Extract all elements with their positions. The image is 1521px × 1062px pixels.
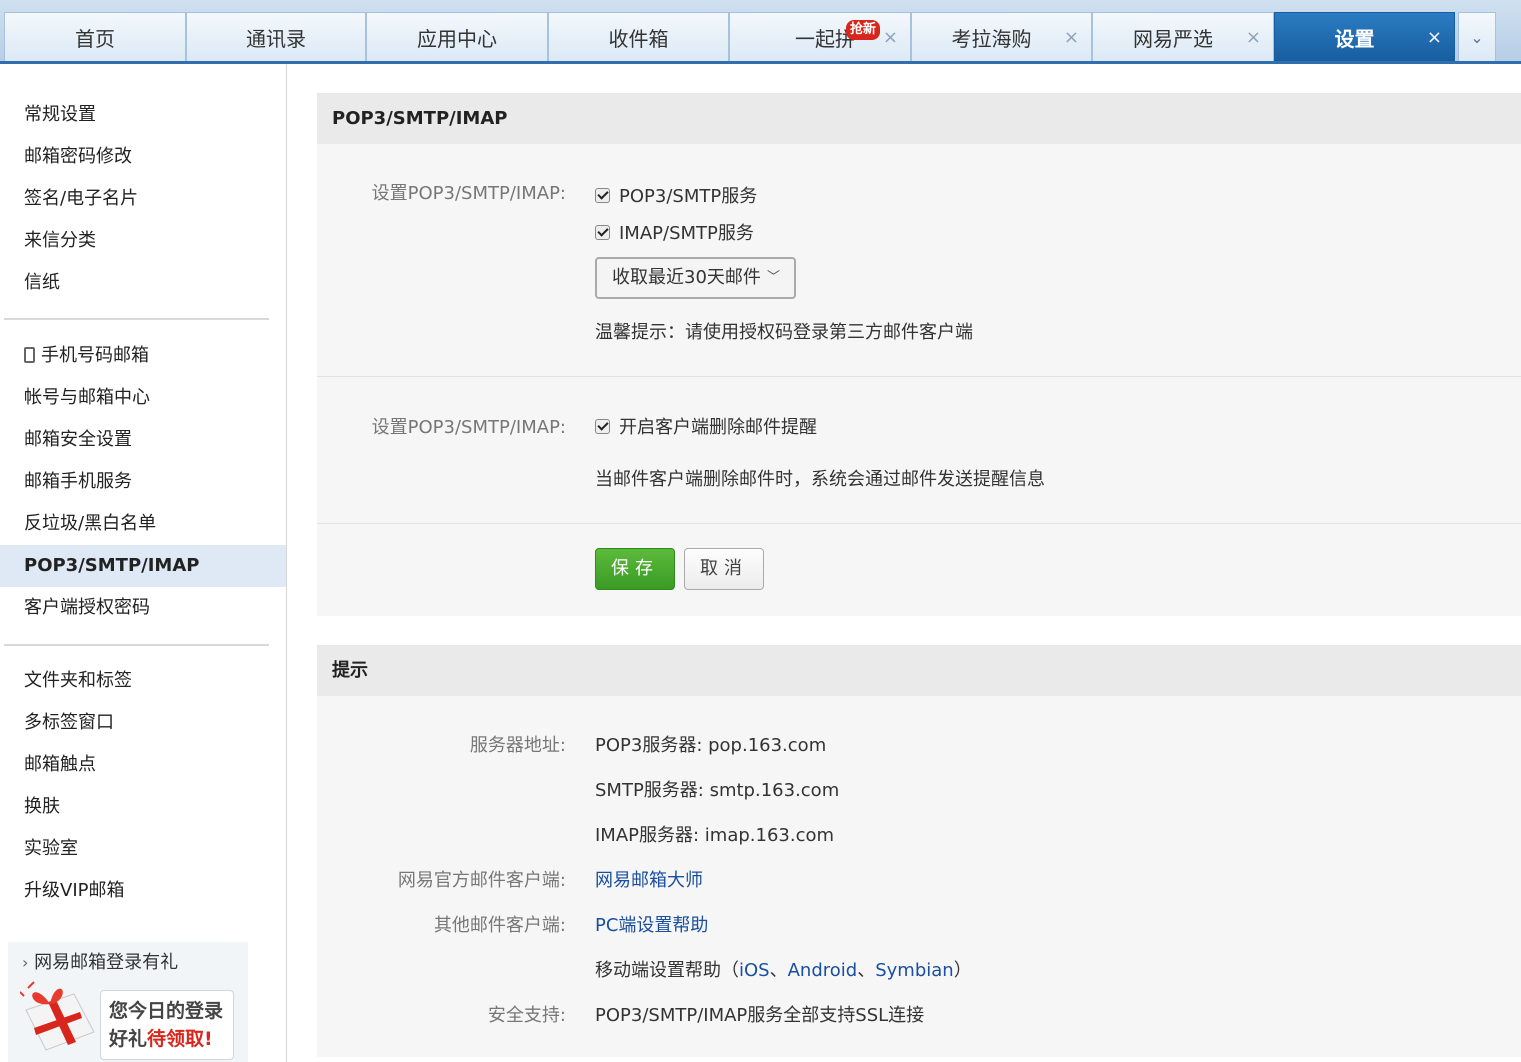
ios-help-link[interactable]: iOS	[739, 960, 770, 981]
tab-contacts[interactable]: 通讯录	[186, 12, 366, 61]
sidebar-item-folders[interactable]: 文件夹和标签	[0, 660, 286, 702]
promo-card: 您今日的登录 好礼待领取!	[100, 990, 234, 1060]
sidebar-item-client-auth[interactable]: 客户端授权密码	[0, 587, 286, 629]
setting-label: 设置POP3/SMTP/IMAP:	[371, 417, 566, 438]
section-divider	[317, 376, 1521, 377]
sidebar-item-general[interactable]: 常规设置	[0, 94, 286, 136]
tab-more-button[interactable]: ⌄	[1458, 12, 1496, 61]
tab-label: 考拉海购	[951, 26, 1032, 51]
option-label: IMAP/SMTP服务	[619, 223, 754, 244]
settings-sidebar: 常规设置 邮箱密码修改 签名/电子名片 来信分类 信纸 手机号码邮箱 帐号与邮箱…	[0, 64, 287, 1062]
chevron-down-icon: ⌄	[1470, 27, 1484, 47]
sidebar-item-vip[interactable]: 升级VIP邮箱	[0, 870, 286, 912]
tab-label: 首页	[75, 26, 115, 51]
new-badge: 抢新	[846, 20, 881, 40]
option-label: POP3/SMTP服务	[619, 186, 758, 207]
tab-settings[interactable]: 设置 ×	[1274, 12, 1455, 61]
save-button[interactable]: 保存	[595, 548, 675, 590]
tab-label: 通讯录	[246, 26, 306, 51]
promo-line-1: 您今日的登录	[109, 1000, 224, 1022]
tab-kaola[interactable]: 考拉海购 ×	[911, 12, 1092, 61]
sidebar-divider	[4, 318, 269, 320]
close-icon[interactable]: ×	[1246, 27, 1261, 48]
close-icon[interactable]: ×	[883, 27, 898, 48]
close-icon[interactable]: ×	[1064, 27, 1079, 48]
pop3-server: POP3服务器: pop.163.com	[595, 735, 827, 756]
checkbox-checked-icon[interactable]	[595, 419, 610, 434]
sidebar-item-mobile-service[interactable]: 邮箱手机服务	[0, 461, 286, 503]
pop3-service-checkbox[interactable]: POP3/SMTP服务	[595, 182, 757, 208]
sidebar-item-skin[interactable]: 换肤	[0, 786, 286, 828]
promo-line-2: 好礼待领取!	[109, 1025, 233, 1053]
sidebar-item-signature[interactable]: 签名/电子名片	[0, 178, 286, 220]
separator: 、	[769, 960, 788, 981]
symbian-help-link[interactable]: Symbian	[875, 960, 953, 981]
sidebar-item-multitab[interactable]: 多标签窗口	[0, 702, 286, 744]
sidebar-item-antispam[interactable]: 反垃圾/黑白名单	[0, 503, 286, 545]
gift-box-icon	[20, 981, 95, 1051]
other-client-label: 其他邮件客户端:	[433, 915, 566, 936]
sidebar-item-password[interactable]: 邮箱密码修改	[0, 136, 286, 178]
pop3-settings-panel: POP3/SMTP/IMAP 设置POP3/SMTP/IMAP: POP3/SM…	[317, 93, 1521, 616]
delete-reminder-checkbox[interactable]: 开启客户端删除邮件提醒	[595, 413, 817, 439]
sidebar-item-lab[interactable]: 实验室	[0, 828, 286, 870]
imap-service-checkbox[interactable]: IMAP/SMTP服务	[595, 219, 754, 245]
tab-bar: 首页 通讯录 应用中心 收件箱 一起拼 抢新 × 考拉海购 × 网易严选 × 设…	[0, 0, 1521, 64]
cancel-button[interactable]: 取消	[684, 548, 764, 590]
select-value: 收取最近30天邮件	[612, 267, 761, 288]
mobile-help-prefix: 移动端设置帮助（	[595, 960, 739, 981]
fetch-range-select[interactable]: 收取最近30天邮件 ﹀	[595, 257, 796, 299]
sidebar-item-security[interactable]: 邮箱安全设置	[0, 419, 286, 461]
promo-highlight: 待领取!	[147, 1028, 213, 1050]
official-client-label: 网易官方邮件客户端:	[397, 870, 566, 891]
section-title: POP3/SMTP/IMAP	[317, 93, 1521, 144]
section-title: 提示	[317, 645, 1521, 696]
imap-server: IMAP服务器: imap.163.com	[595, 825, 835, 846]
sidebar-item-pop3[interactable]: POP3/SMTP/IMAP	[0, 545, 286, 587]
sidebar-item-account-center[interactable]: 帐号与邮箱中心	[0, 377, 286, 419]
tab-label: 应用中心	[417, 26, 497, 51]
android-help-link[interactable]: Android	[788, 960, 858, 981]
mobile-help-suffix: ）	[953, 960, 972, 981]
mobile-help: 移动端设置帮助（iOS、Android、Symbian）	[595, 956, 972, 982]
hints-panel: 提示 服务器地址: POP3服务器: pop.163.com SMTP服务器: …	[317, 645, 1521, 1057]
promo-text: 好礼	[109, 1028, 148, 1050]
login-gift-promo[interactable]: › 网易邮箱登录有礼 您今日的登录 好礼待领取!	[8, 942, 248, 1062]
security-value: POP3/SMTP/IMAP服务全部支持SSL连接	[595, 1005, 925, 1026]
option-label: 开启客户端删除邮件提醒	[619, 417, 817, 438]
mail-master-link[interactable]: 网易邮箱大师	[595, 866, 703, 892]
chevron-down-icon: ﹀	[766, 270, 780, 285]
promo-title[interactable]: › 网易邮箱登录有礼	[22, 948, 178, 974]
sidebar-item-phone-mailbox[interactable]: 手机号码邮箱	[0, 335, 286, 377]
server-address-label: 服务器地址:	[469, 735, 566, 756]
tab-yanxuan[interactable]: 网易严选 ×	[1092, 12, 1274, 61]
tab-home[interactable]: 首页	[4, 12, 186, 61]
tab-label: 收件箱	[608, 26, 669, 51]
security-label: 安全支持:	[487, 1005, 566, 1026]
smtp-server: SMTP服务器: smtp.163.com	[595, 780, 840, 801]
tab-label: 设置	[1334, 26, 1375, 51]
checkbox-checked-icon[interactable]	[595, 188, 610, 203]
pc-help-link[interactable]: PC端设置帮助	[595, 911, 708, 937]
sidebar-item-stationery[interactable]: 信纸	[0, 262, 286, 304]
separator: 、	[857, 960, 876, 981]
checkbox-checked-icon[interactable]	[595, 225, 610, 240]
section-divider	[317, 523, 1521, 524]
tab-inbox[interactable]: 收件箱	[548, 12, 729, 61]
tab-label: 网易严选	[1133, 26, 1213, 51]
sidebar-item-touchpoints[interactable]: 邮箱触点	[0, 744, 286, 786]
close-icon[interactable]: ×	[1427, 27, 1442, 48]
phone-icon	[24, 347, 35, 363]
setting-label: 设置POP3/SMTP/IMAP:	[371, 183, 566, 204]
sidebar-item-label: 手机号码邮箱	[41, 345, 149, 366]
delete-reminder-description: 当邮件客户端删除邮件时，系统会通过邮件发送提醒信息	[595, 469, 1045, 490]
tab-yiqipin[interactable]: 一起拼 抢新 ×	[729, 12, 911, 61]
promo-title-label: 网易邮箱登录有礼	[34, 952, 179, 973]
chevron-right-icon: ›	[22, 953, 29, 972]
auth-code-tip: 温馨提示：请使用授权码登录第三方邮件客户端	[595, 322, 973, 343]
tab-app-center[interactable]: 应用中心	[366, 12, 548, 61]
sidebar-divider	[4, 644, 269, 646]
sidebar-item-filters[interactable]: 来信分类	[0, 220, 286, 262]
